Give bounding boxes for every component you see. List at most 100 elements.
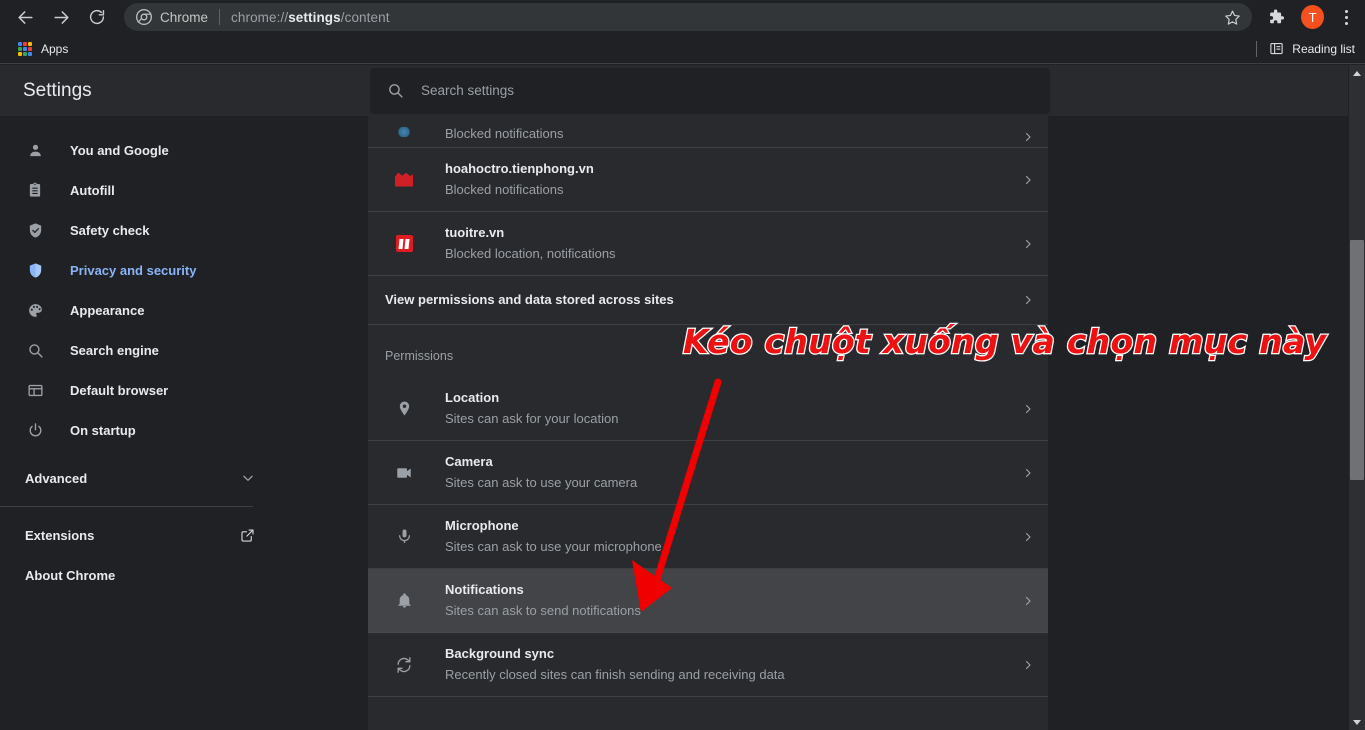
profile-avatar[interactable]: T	[1301, 5, 1325, 29]
permission-subtitle: Sites can ask to use your microphone	[445, 539, 662, 554]
site-row-name: hoahoctro.tienphong.vn	[445, 161, 594, 176]
address-bar[interactable]: Chrome chrome://settings/content	[124, 3, 1253, 31]
permission-row-notifications[interactable]: Notifications Sites can ask to send noti…	[368, 569, 1048, 633]
omnibox-chip-label: Chrome	[160, 9, 209, 25]
magnifier-icon	[25, 340, 45, 360]
apps-shortcut-button[interactable]: Apps	[12, 39, 74, 59]
reading-list-button[interactable]: Reading list	[1256, 40, 1365, 57]
sidebar-item-privacy-and-security[interactable]: Privacy and security	[0, 250, 328, 290]
sidebar-item-autofill[interactable]: Autofill	[0, 170, 328, 210]
settings-content-card: Blocked notifications hoahoctro.tienphon…	[368, 116, 1048, 730]
site-row[interactable]: hoahoctro.tienphong.vn Blocked notificat…	[368, 148, 1048, 212]
back-button[interactable]	[10, 2, 40, 32]
sidebar-item-label: Autofill	[70, 182, 115, 198]
permission-row-text: Microphone Sites can ask to use your mic…	[445, 517, 1022, 556]
shield-check-icon	[25, 220, 45, 240]
scroll-up-arrow-icon[interactable]	[1349, 65, 1365, 81]
permission-subtitle: Recently closed sites can finish sending…	[445, 667, 785, 682]
permission-row-background-sync[interactable]: Background sync Recently closed sites ca…	[368, 633, 1048, 697]
permission-subtitle: Sites can ask to send notifications	[445, 603, 641, 618]
permission-title: Background sync	[445, 646, 555, 661]
apps-label: Apps	[41, 41, 69, 56]
sidebar-divider	[0, 506, 253, 507]
shield-icon	[25, 260, 45, 280]
site-row-text: Blocked notifications	[445, 122, 1022, 143]
sidebar-item-label: Appearance	[70, 302, 145, 318]
hoahoctro-favicon	[393, 169, 415, 191]
sidebar-item-label: On startup	[70, 422, 136, 438]
palette-icon	[25, 300, 45, 320]
site-row-detail: Blocked notifications	[445, 182, 564, 197]
sidebar-item-label: Search engine	[70, 342, 159, 358]
reload-button[interactable]	[82, 2, 112, 32]
tuoitre-favicon	[393, 233, 415, 255]
view-permissions-label: View permissions and data stored across …	[385, 292, 674, 307]
chevron-right-icon	[1022, 294, 1034, 306]
sidebar-item-label: Default browser	[70, 382, 169, 398]
permission-row-text: Notifications Sites can ask to send noti…	[445, 581, 1022, 620]
sidebar-item-label: Privacy and security	[70, 262, 197, 278]
site-row-detail: Blocked notifications	[445, 126, 564, 141]
omnibox-url-text: chrome://settings/content	[231, 9, 390, 25]
site-row-text: tuoitre.vn Blocked location, notificatio…	[445, 224, 1022, 263]
microphone-icon	[393, 526, 415, 548]
sidebar-item-about-chrome[interactable]: About Chrome	[0, 555, 255, 595]
blue-site-favicon	[393, 121, 415, 143]
permissions-section-label: Permissions	[385, 349, 454, 363]
menu-dot	[1345, 21, 1349, 25]
permission-row-text: Camera Sites can ask to use your camera	[445, 453, 1022, 492]
sidebar-item-you-and-google[interactable]: You and Google	[0, 130, 328, 170]
permission-row-text: Location Sites can ask for your location	[445, 389, 1022, 428]
view-permissions-row[interactable]: View permissions and data stored across …	[368, 276, 1048, 325]
omnibox-divider	[219, 9, 221, 25]
permission-row-camera[interactable]: Camera Sites can ask to use your camera	[368, 441, 1048, 505]
page-scrollbar[interactable]	[1349, 65, 1365, 730]
search-input[interactable]	[421, 83, 981, 98]
scroll-down-arrow-icon[interactable]	[1349, 714, 1365, 730]
sidebar-item-extensions[interactable]: Extensions	[0, 515, 255, 555]
sidebar-item-label: You and Google	[70, 142, 169, 158]
puzzle-piece-icon[interactable]	[1262, 3, 1289, 31]
page-title: Settings	[23, 79, 92, 101]
sidebar-item-default-browser[interactable]: Default browser	[0, 370, 328, 410]
site-row-text: hoahoctro.tienphong.vn Blocked notificat…	[445, 160, 1022, 199]
sidebar-item-appearance[interactable]: Appearance	[0, 290, 328, 330]
menu-dot	[1345, 15, 1349, 19]
power-icon	[25, 420, 45, 440]
permission-title: Microphone	[445, 518, 519, 533]
chevron-right-icon	[1022, 595, 1034, 607]
chevron-right-icon	[1022, 238, 1034, 250]
site-row[interactable]: Blocked notifications	[368, 116, 1048, 148]
site-row-detail: Blocked location, notifications	[445, 246, 616, 261]
search-settings-box[interactable]	[370, 67, 1050, 114]
sidebar-item-search-engine[interactable]: Search engine	[0, 330, 328, 370]
sidebar-item-safety-check[interactable]: Safety check	[0, 210, 328, 250]
bookmark-star-icon[interactable]	[1222, 7, 1242, 27]
bell-icon	[393, 590, 415, 612]
scroll-thumb[interactable]	[1350, 240, 1364, 480]
permission-row-text: Background sync Recently closed sites ca…	[445, 645, 1022, 684]
location-pin-icon	[393, 398, 415, 420]
settings-sidebar: You and Google Autofill Safety check Pri…	[0, 116, 368, 730]
permission-row-location[interactable]: Location Sites can ask for your location	[368, 377, 1048, 441]
forward-button[interactable]	[46, 2, 76, 32]
three-dot-menu-icon[interactable]	[1334, 4, 1359, 30]
permission-subtitle: Sites can ask to use your camera	[445, 475, 638, 490]
sidebar-item-label: Safety check	[70, 222, 150, 238]
reading-list-label: Reading list	[1292, 41, 1355, 56]
browser-window-icon	[25, 380, 45, 400]
chevron-right-icon	[1022, 131, 1034, 143]
reading-list-icon	[1269, 41, 1284, 56]
toolbar-divider	[1256, 40, 1258, 57]
chevron-right-icon	[1022, 174, 1034, 186]
site-row-name: tuoitre.vn	[445, 225, 505, 240]
sidebar-item-on-startup[interactable]: On startup	[0, 410, 328, 450]
permission-row-microphone[interactable]: Microphone Sites can ask to use your mic…	[368, 505, 1048, 569]
sync-arrows-icon	[393, 654, 415, 676]
sidebar-item-label: Extensions	[25, 527, 95, 543]
permission-subtitle: Sites can ask for your location	[445, 411, 619, 426]
clipboard-icon	[25, 180, 45, 200]
site-row[interactable]: tuoitre.vn Blocked location, notificatio…	[368, 212, 1048, 276]
menu-dot	[1345, 9, 1349, 13]
sidebar-item-advanced[interactable]: Advanced	[0, 458, 255, 498]
